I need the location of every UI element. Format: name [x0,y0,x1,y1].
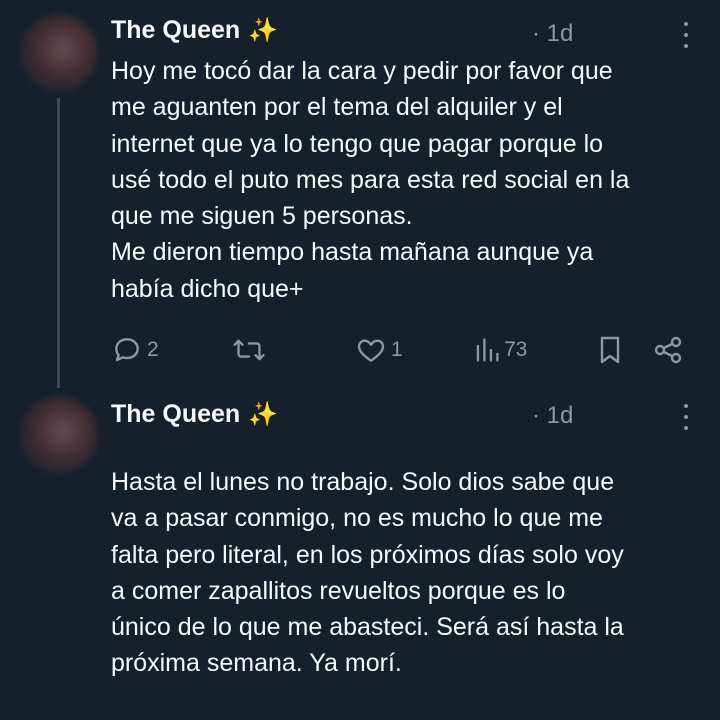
more-icon[interactable] [676,22,696,48]
thread: The Queen ✨ · 1d Hoy me tocó dar la cara… [0,0,720,720]
tweet-text-line: a comer zapallitos revueltos porque es l… [111,576,566,605]
sparkles-emoji: ✨ [248,401,279,428]
tweet-text-line: Hasta el lunes no trabajo. Solo dios sab… [111,468,615,496]
timestamp[interactable]: · 1d [532,20,573,48]
tweet-text-line: próxima semana. Ya morí. [111,649,402,678]
tweet-text-line: va a pasar conmigo, no es mucho lo que m… [111,504,603,533]
views-count: 73 [504,338,528,361]
tweet[interactable]: The Queen ✨ · 1d Hasta el lunes no traba… [0,378,720,720]
tweet-text-line: me aguanten por el tema del alquiler y e… [111,93,563,122]
avatar[interactable] [20,14,98,92]
bookmark-button[interactable] [596,333,624,367]
tweet-text: Hoy me tocó dar la cara y pedir por favo… [111,53,701,307]
tweet-text-line: único de lo que me abasteci. Será así ha… [111,613,624,642]
author-name[interactable]: The Queen ✨ [111,16,278,45]
sparkles-emoji: ✨ [248,17,279,44]
tweet-text-line: que me siguen 5 personas. [111,202,413,231]
like-count: 1 [391,338,403,361]
tweet-text-line: falta pero literal, en los próximos días… [111,540,624,569]
tweet-text-line: Hoy me tocó dar la cara y pedir por favo… [111,57,613,85]
author-name[interactable]: The Queen ✨ [111,400,278,429]
reply-icon [115,338,139,362]
more-icon[interactable] [676,404,696,430]
tweet-text-line: internet que ya lo tengo que pagar porqu… [111,129,604,158]
retweet-button[interactable] [232,333,270,367]
tweet-text: Hasta el lunes no trabajo. Solo dios sab… [111,464,701,682]
author-display-name[interactable]: The Queen [111,400,240,429]
reply-count: 2 [147,338,159,361]
like-button[interactable]: 1 [355,333,403,367]
action-bar: 2 1 73 [0,333,720,367]
bookmark-icon [600,336,620,364]
share-icon [654,336,682,364]
avatar[interactable] [20,396,98,474]
views-button[interactable]: 73 [474,333,527,367]
views-icon [476,338,499,362]
reply-button[interactable]: 2 [111,333,159,367]
tweet-text-line: usé todo el puto mes para esta red socia… [111,165,630,194]
retweet-icon [233,339,265,361]
tweet-text-line: había dicho que+ [111,274,304,303]
share-button[interactable] [652,333,684,367]
timestamp[interactable]: · 1d [532,402,573,430]
tweet[interactable]: The Queen ✨ · 1d Hoy me tocó dar la cara… [0,0,720,388]
like-icon [357,339,385,362]
tweet-text-line: Me dieron tiempo hasta mañana aunque ya [111,238,594,267]
author-display-name[interactable]: The Queen [111,16,240,45]
